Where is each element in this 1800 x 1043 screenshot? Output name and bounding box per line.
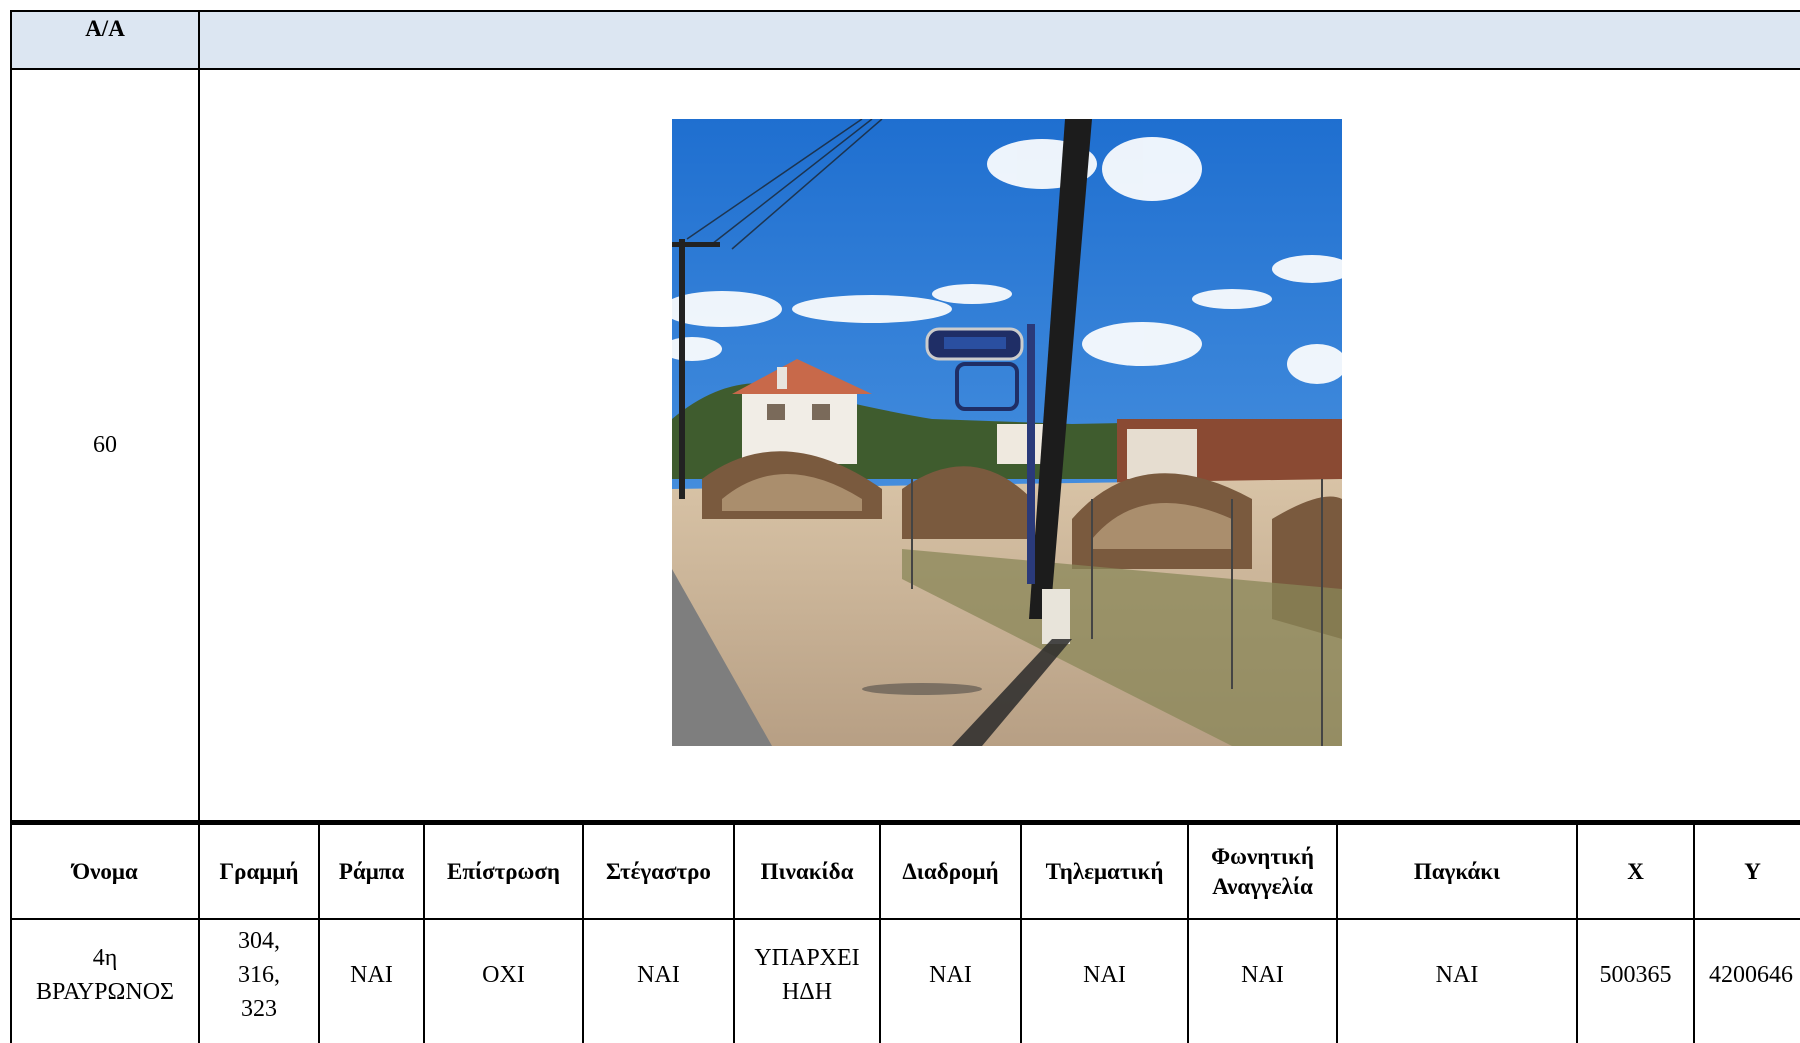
cell-voice: ΝΑΙ [1241, 962, 1284, 988]
header-name: Όνομα [72, 858, 138, 884]
header-paving: Επίστρωση [447, 858, 560, 884]
header-route: Διαδρομή [902, 858, 999, 884]
bus-stop-photo [672, 119, 1342, 746]
cell-telematics: ΝΑΙ [1083, 962, 1126, 988]
cell-line: 304, 316, 323 [200, 920, 318, 1030]
cell-route: ΝΑΙ [929, 962, 972, 988]
aa-header: A/A [85, 16, 125, 41]
header-y: Y [1744, 858, 1761, 884]
cell-bench: ΝΑΙ [1435, 962, 1479, 988]
header-bench: Παγκάκι [1413, 858, 1501, 884]
cell-line-3: 323 [241, 996, 277, 1022]
cell-sign: ΥΠΑΡΧΕΙ ΗΔΗ [735, 920, 879, 1030]
header-line: Γραμμή [219, 858, 299, 884]
cell-line-1: 304, [238, 928, 280, 954]
cell-line-2: 316, [238, 962, 280, 988]
cell-paving: ΟΧΙ [482, 962, 525, 988]
cell-y: 4200646 [1709, 962, 1793, 988]
header-voice-line-2: Αναγγελία [1212, 873, 1313, 899]
header-band [10, 10, 1800, 68]
header-divider [10, 68, 1800, 70]
header-voice-announcement: Φωνητική Αναγγελία [1189, 825, 1336, 918]
cell-sign-line-2: ΗΔΗ [781, 979, 833, 1005]
cell-name-line-1: 4η [92, 945, 118, 971]
header-voice-line-1: Φωνητική [1211, 843, 1314, 869]
header-sign: Πινακίδα [760, 858, 854, 884]
header-ramp: Ράμπα [338, 858, 405, 884]
cell-sign-line-1: ΥΠΑΡΧΕΙ [754, 945, 860, 971]
cell-name: 4η ΒΡΑΥΡΩΝΟΣ [12, 920, 198, 1030]
header-x: X [1627, 858, 1644, 884]
cell-name-line-2: ΒΡΑΥΡΩΝΟΣ [35, 979, 174, 1005]
cell-x: 500365 [1599, 962, 1672, 988]
aa-column-divider [198, 10, 200, 823]
cell-shelter: ΝΑΙ [637, 962, 680, 988]
table-border-top [10, 10, 1800, 12]
header-shelter: Στέγαστρο [606, 858, 711, 884]
header-telematics: Τηλεματική [1045, 858, 1164, 884]
cell-ramp: ΝΑΙ [350, 962, 393, 988]
aa-value: 60 [93, 432, 117, 458]
